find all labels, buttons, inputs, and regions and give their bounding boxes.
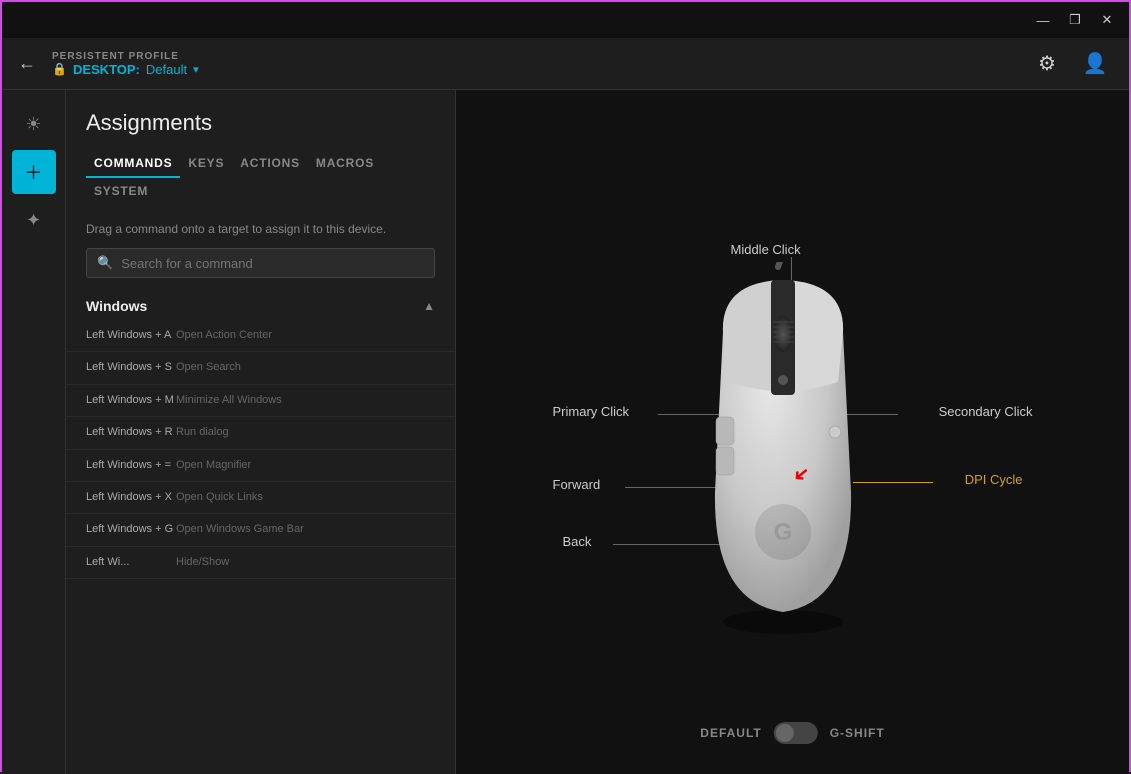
tab-actions[interactable]: ACTIONS [232,150,308,178]
label-forward: Forward [553,477,601,492]
commands-list: Windows ▲ Left Windows + A Open Action C… [66,288,455,774]
toggle-default-label: DEFAULT [700,726,761,740]
list-item[interactable]: Left Windows + X Open Quick Links [66,482,455,514]
lock-icon: 🔒 [52,62,67,76]
label-dpi-cycle: DPI Cycle [965,472,1023,487]
list-item[interactable]: Left Wi... Hide/Show [66,547,455,579]
tab-commands[interactable]: COMMANDS [86,150,180,178]
cmd-desc: Open Magnifier [176,458,435,473]
cmd-key: Left Windows + S [86,360,176,375]
cmd-key: Left Windows + X [86,490,176,505]
header: ← PERSISTENT PROFILE 🔒 DESKTOP: Default … [2,38,1129,90]
toggle-switch[interactable] [774,722,818,744]
cmd-desc: Open Search [176,360,435,375]
drag-hint: Drag a command onto a target to assign i… [66,206,455,248]
list-item[interactable]: Left Windows + R Run dialog [66,417,455,449]
list-item[interactable]: Left Windows + G Open Windows Game Bar [66,514,455,546]
search-icon: 🔍 [97,255,113,271]
icon-sidebar: ☀ ＋ ✦ [2,90,66,774]
content-panel: Assignments COMMANDS KEYS ACTIONS MACROS… [66,90,456,774]
toggle-gshift-label: G-SHIFT [830,726,885,740]
label-primary-click: Primary Click [553,404,630,419]
sidebar-item-other[interactable]: ✦ [12,198,56,242]
list-item[interactable]: Left Windows + M Minimize All Windows [66,385,455,417]
desktop-row: 🔒 DESKTOP: Default ▾ [52,62,1029,77]
sidebar-item-lighting[interactable]: ☀ [12,102,56,146]
settings-button[interactable]: ⚙ [1029,46,1065,82]
mouse-svg: G [683,262,883,642]
mouse-area: Middle Click Primary Click Secondary Cli… [456,90,1129,774]
search-input[interactable] [121,256,424,271]
tab-macros[interactable]: MACROS [308,150,382,178]
profile-chevron[interactable]: ▾ [193,63,199,76]
list-item[interactable]: Left Windows + S Open Search [66,352,455,384]
tab-keys[interactable]: KEYS [180,150,232,178]
label-middle-click: Middle Click [731,242,801,257]
user-button[interactable]: 👤 [1077,46,1113,82]
tab-system[interactable]: SYSTEM [86,178,156,206]
svg-text:G: G [773,519,792,546]
search-box[interactable]: 🔍 [86,248,435,278]
cmd-desc: Open Windows Game Bar [176,522,435,537]
section-title: Windows [86,298,147,314]
cmd-key: Left Windows + R [86,425,176,440]
panel-header: Assignments COMMANDS KEYS ACTIONS MACROS… [66,90,455,206]
profile-info: PERSISTENT PROFILE 🔒 DESKTOP: Default ▾ [52,51,1029,77]
cmd-key: Left Windows + A [86,328,176,343]
cmd-key: Left Windows + = [86,458,176,473]
minimize-button[interactable]: — [1029,9,1057,31]
cmd-desc: Minimize All Windows [176,393,435,408]
section-chevron: ▲ [423,299,435,313]
back-button[interactable]: ← [18,53,36,74]
list-item[interactable]: Left Windows + = Open Magnifier [66,450,455,482]
tabs-row: COMMANDS KEYS ACTIONS MACROS SYSTEM [86,150,435,206]
toggle-thumb [776,724,794,742]
sidebar-item-assignments[interactable]: ＋ [12,150,56,194]
header-icons: ⚙ 👤 [1029,46,1113,82]
list-item[interactable]: Left Windows + A Open Action Center [66,320,455,352]
windows-section-header[interactable]: Windows ▲ [66,288,455,320]
close-button[interactable]: ✕ [1093,9,1121,31]
cmd-key: Left Wi... [86,555,176,570]
default-profile-label: Default [146,62,187,77]
cmd-desc: Hide/Show [176,555,435,570]
desktop-text: DESKTOP: [73,62,140,77]
cmd-desc: Open Action Center [176,328,435,343]
cmd-key: Left Windows + G [86,522,176,537]
mouse-visual: Middle Click Primary Click Secondary Cli… [553,182,1033,682]
main-layout: ☀ ＋ ✦ Assignments COMMANDS KEYS ACTIONS … [2,90,1129,774]
bottom-toggle-bar: DEFAULT G-SHIFT [700,722,884,744]
cmd-key: Left Windows + M [86,393,176,408]
cmd-desc: Run dialog [176,425,435,440]
cmd-desc: Open Quick Links [176,490,435,505]
titlebar: — ❐ ✕ [2,2,1129,38]
label-secondary-click: Secondary Click [939,404,1033,419]
maximize-button[interactable]: ❐ [1061,9,1089,31]
panel-title: Assignments [86,110,435,136]
persistent-label: PERSISTENT PROFILE [52,51,1029,62]
label-back: Back [563,534,592,549]
